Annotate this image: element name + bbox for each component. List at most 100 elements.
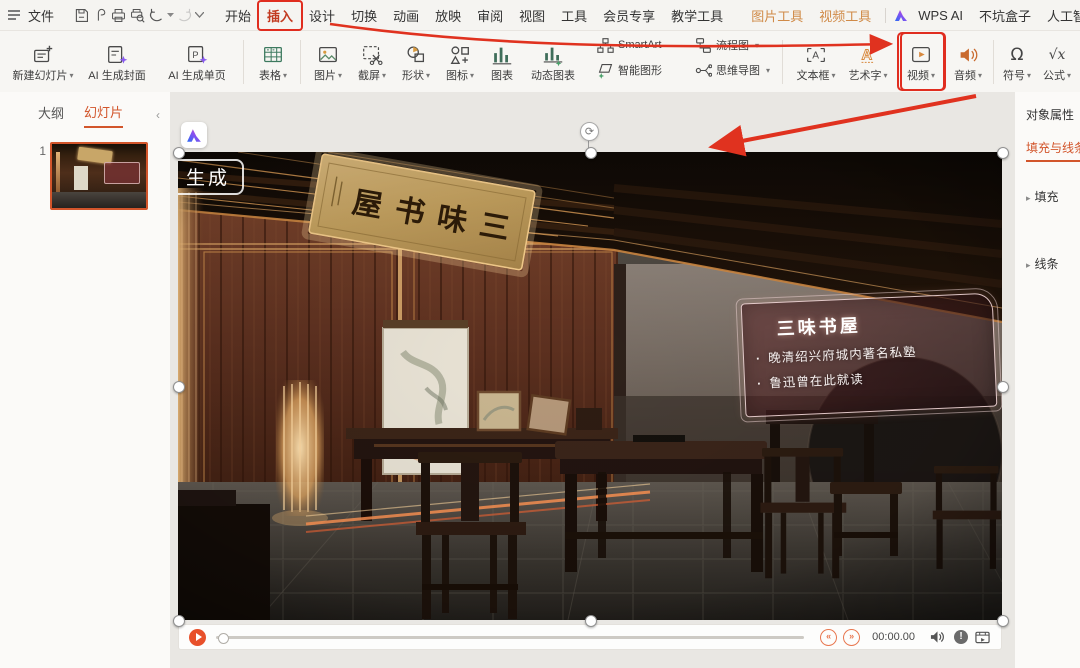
redo-icon[interactable] — [176, 4, 193, 26]
tab-picture-tools[interactable]: 图片工具 — [743, 2, 811, 29]
mindmap-icon — [694, 61, 712, 79]
video-player-bar: « » 00:00.00 ! — [178, 624, 1002, 650]
tab-slides[interactable]: 幻灯片 — [84, 102, 123, 128]
tab-review[interactable]: 审阅 — [469, 2, 511, 29]
tab-home[interactable]: 开始 — [217, 2, 259, 29]
ribbon-button-smartart[interactable]: SmartArt — [596, 36, 692, 54]
tab-membership[interactable]: 会员专享 — [595, 2, 663, 29]
picture-icon — [316, 42, 340, 69]
wps-ai-float-button[interactable] — [181, 122, 207, 148]
tab-transition[interactable]: 切换 — [343, 2, 385, 29]
info-panel-bullet: 晚清绍兴府城内著名私塾 — [756, 338, 995, 367]
undo-dropdown-icon[interactable] — [167, 4, 174, 26]
tab-tools[interactable]: 工具 — [553, 2, 595, 29]
svg-text:A: A — [812, 51, 819, 62]
video-object[interactable]: 屋书味三 生成 三味书屋 晚清绍兴府城内著名私塾 鲁迅曾在此就读 — [178, 152, 1002, 620]
ai-page-icon: P — [185, 42, 209, 69]
print-icon[interactable] — [110, 4, 127, 26]
flowchart-group: 流程图 思维导图 — [694, 36, 778, 79]
skip-forward-button[interactable]: » — [843, 629, 860, 646]
volume-icon[interactable] — [929, 629, 946, 646]
slide-thumbnail[interactable] — [50, 142, 148, 210]
selection-handle-bottom-left[interactable] — [173, 615, 185, 627]
tab-outline[interactable]: 大纲 — [38, 103, 64, 127]
wps-presentation-window: 文件 开始 插入 设计 切换 动画 放映 审阅 视图 工具 会员专享 — [0, 0, 1080, 668]
ribbon-button-dynamic-chart[interactable]: 动态图表 — [522, 34, 584, 89]
ribbon-button-shape[interactable]: 形状 — [394, 34, 438, 89]
ribbon-label: 形状 — [402, 71, 430, 82]
ribbon-button-smart-graphic[interactable]: 智能图形 — [596, 61, 692, 79]
selection-handle-top-right[interactable] — [997, 147, 1009, 159]
progress-slider[interactable] — [216, 636, 804, 639]
menu-wps-ai[interactable]: WPS AI — [910, 4, 971, 27]
main-menu-icon[interactable] — [7, 4, 21, 26]
shape-icon — [404, 42, 428, 69]
thumb-painting — [74, 166, 88, 190]
ribbon-button-textbox[interactable]: A 文本框 — [790, 34, 842, 89]
selection-handle-top-left[interactable] — [173, 147, 185, 159]
print-preview-icon[interactable] — [129, 4, 146, 26]
selection-handle-top-center[interactable] — [585, 147, 597, 159]
slide-list-item[interactable]: 1 — [0, 142, 170, 210]
ribbon-button-flowchart[interactable]: 流程图 — [694, 36, 778, 54]
tab-view[interactable]: 视图 — [511, 2, 553, 29]
properties-title: 对象属性 — [1026, 106, 1080, 123]
ribbon-button-wordart[interactable]: A 艺术字 — [842, 34, 894, 89]
selection-handle-bottom-right[interactable] — [997, 615, 1009, 627]
selection-handle-middle-right[interactable] — [997, 381, 1009, 393]
menu-ai-assistant[interactable]: 人工智能 — [1039, 2, 1080, 29]
chart-icon — [490, 42, 514, 69]
tab-design[interactable]: 设计 — [301, 2, 343, 29]
tab-teaching-tools[interactable]: 教学工具 — [663, 2, 731, 29]
section-line[interactable]: 线条 — [1026, 255, 1080, 272]
ribbon-button-symbol[interactable]: Ω 符号 — [997, 34, 1037, 89]
rotate-handle[interactable] — [580, 122, 599, 141]
tab-animation[interactable]: 动画 — [385, 2, 427, 29]
svg-text:P: P — [192, 50, 198, 60]
ribbon-button-ai-cover[interactable]: AI 生成封面 — [76, 34, 158, 89]
skip-back-button[interactable]: « — [820, 629, 837, 646]
tab-slideshow[interactable]: 放映 — [427, 2, 469, 29]
flowchart-icon — [694, 36, 712, 54]
ribbon-label: 动态图表 — [531, 71, 575, 82]
selection-handle-bottom-center[interactable] — [585, 615, 597, 627]
chevron-down-icon[interactable] — [195, 4, 204, 26]
tab-insert[interactable]: 插入 — [259, 2, 301, 29]
play-button[interactable] — [189, 629, 206, 646]
video-settings-icon[interactable] — [974, 629, 991, 646]
ribbon-button-chart[interactable]: 图表 — [482, 34, 522, 89]
ribbon-button-table[interactable]: 表格 — [250, 34, 296, 89]
menu-file[interactable]: 文件 — [22, 3, 60, 28]
ribbon-button-audio[interactable]: 音频 — [947, 34, 989, 89]
undo-icon[interactable] — [148, 4, 165, 26]
export-icon[interactable] — [92, 4, 108, 26]
collapse-panel-icon[interactable]: ‹ — [156, 108, 160, 122]
ribbon-button-formula[interactable]: √x 公式 — [1037, 34, 1077, 89]
info-panel-bullet: 鲁迅曾在此就读 — [757, 363, 996, 392]
tab-fill-and-line[interactable]: 填充与线条 — [1026, 139, 1080, 162]
playback-info-icon[interactable]: ! — [954, 630, 968, 644]
thumb-floor — [52, 192, 146, 208]
video-icon — [909, 42, 933, 69]
save-icon[interactable] — [73, 4, 90, 26]
ribbon-button-ai-page[interactable]: P AI 生成单页 — [156, 34, 238, 89]
slider-knob[interactable] — [218, 633, 229, 644]
ribbon-button-video[interactable]: 视频 — [899, 34, 943, 89]
ribbon-label: 视频 — [907, 71, 935, 82]
ribbon-button-icon-library[interactable]: 图标 — [438, 34, 482, 89]
slide-canvas[interactable]: 屋书味三 生成 三味书屋 晚清绍兴府城内著名私塾 鲁迅曾在此就读 — [170, 92, 1015, 668]
ribbon-button-screenshot[interactable]: 截屏 — [350, 34, 394, 89]
ribbon-button-picture[interactable]: 图片 — [306, 34, 350, 89]
tab-video-tools[interactable]: 视频工具 — [811, 2, 879, 29]
sidebar-tabs: 大纲 幻灯片 ‹ — [0, 92, 170, 128]
menu-bukeng-box[interactable]: 不坑盒子 — [971, 2, 1039, 29]
ribbon-label: 智能图形 — [618, 62, 662, 78]
wps-ai-logo-icon — [893, 4, 909, 26]
section-fill[interactable]: 填充 — [1026, 188, 1080, 205]
formula-icon: √x — [1049, 42, 1066, 69]
selection-handle-middle-left[interactable] — [173, 381, 185, 393]
slide-info-panel: 三味书屋 晚清绍兴府城内著名私塾 鲁迅曾在此就读 — [741, 293, 998, 418]
ribbon-button-new-slide[interactable]: 新建幻灯片 — [4, 34, 82, 89]
new-slide-icon — [31, 42, 55, 69]
ribbon-button-mindmap[interactable]: 思维导图 — [694, 61, 778, 79]
